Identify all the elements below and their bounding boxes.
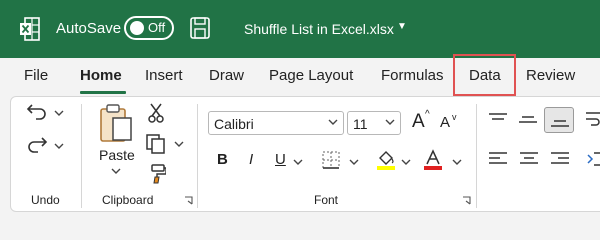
chevron-down-icon[interactable] (174, 140, 184, 148)
toggle-state-label: Off (148, 20, 166, 35)
tab-home[interactable]: Home (80, 67, 122, 84)
align-bottom-button[interactable] (544, 107, 574, 133)
indent-icon[interactable] (587, 150, 600, 168)
fill-color-icon[interactable] (376, 149, 396, 171)
italic-button[interactable]: I (249, 151, 253, 168)
group-separator (476, 104, 477, 208)
title-bar: AutoSave Off Shuffle List in Excel.xlsx … (0, 0, 600, 58)
chevron-down-icon[interactable] (54, 109, 64, 117)
underline-button[interactable]: U (275, 151, 286, 168)
tab-formulas[interactable]: Formulas (381, 67, 444, 84)
chevron-down-icon[interactable] (293, 158, 303, 166)
chevron-down-icon[interactable] (349, 158, 359, 166)
chevron-down-icon[interactable] (111, 167, 121, 175)
scissors-icon[interactable] (148, 103, 164, 123)
undo-icon[interactable] (26, 102, 48, 120)
excel-logo-icon[interactable] (20, 17, 40, 41)
font-name-value: Calibri (214, 116, 254, 132)
document-title[interactable]: Shuffle List in Excel.xlsx (244, 21, 394, 37)
save-icon[interactable] (190, 17, 210, 39)
align-left-icon[interactable] (488, 151, 508, 167)
bold-button[interactable]: B (217, 151, 228, 168)
borders-icon[interactable] (322, 151, 340, 169)
paste-button[interactable]: Paste (99, 147, 135, 163)
tab-draw[interactable]: Draw (209, 67, 244, 84)
dialog-launcher-icon[interactable] (462, 196, 471, 205)
paste-icon[interactable] (99, 104, 133, 144)
autosave-toggle[interactable]: Off (124, 16, 174, 40)
group-label-clipboard: Clipboard (102, 193, 154, 207)
tab-file[interactable]: File (24, 67, 48, 84)
caret-up-icon: ^ (425, 109, 430, 120)
tab-page-layout[interactable]: Page Layout (269, 67, 353, 84)
chevron-down-icon (328, 119, 338, 125)
align-top-icon[interactable] (488, 112, 508, 128)
chevron-down-icon[interactable] (452, 158, 462, 166)
align-right-icon[interactable] (550, 151, 570, 167)
chevron-down-icon[interactable]: ▼ (397, 21, 407, 32)
align-bottom-icon (551, 120, 569, 127)
chevron-down-icon (385, 119, 395, 125)
tab-insert[interactable]: Insert (145, 67, 183, 84)
font-size-dropdown[interactable]: 11 (347, 111, 401, 135)
copy-icon[interactable] (146, 134, 166, 154)
autosave-label: AutoSave (56, 20, 122, 37)
data-tab-highlight (453, 54, 516, 96)
shrink-font-button[interactable]: A (440, 114, 450, 131)
group-label-font: Font (314, 193, 339, 207)
active-tab-indicator (80, 91, 126, 94)
toggle-knob (130, 21, 144, 35)
align-center-icon[interactable] (519, 151, 539, 167)
group-separator (197, 104, 198, 208)
dialog-launcher-icon[interactable] (184, 196, 193, 205)
font-color-icon[interactable] (423, 149, 443, 171)
group-separator (81, 104, 82, 208)
chevron-down-icon[interactable] (54, 142, 64, 150)
caret-down-icon: v (452, 112, 457, 122)
chevron-down-icon[interactable] (401, 158, 411, 166)
font-name-dropdown[interactable]: Calibri (208, 111, 344, 135)
wrap-text-icon[interactable] (585, 110, 600, 130)
font-size-value: 11 (353, 116, 368, 132)
format-painter-icon[interactable] (146, 164, 166, 184)
redo-icon[interactable] (26, 135, 48, 153)
group-label-undo: Undo (31, 193, 60, 207)
align-middle-icon[interactable] (518, 112, 538, 128)
tab-review[interactable]: Review (526, 67, 575, 84)
grow-font-button[interactable]: A (412, 111, 425, 133)
